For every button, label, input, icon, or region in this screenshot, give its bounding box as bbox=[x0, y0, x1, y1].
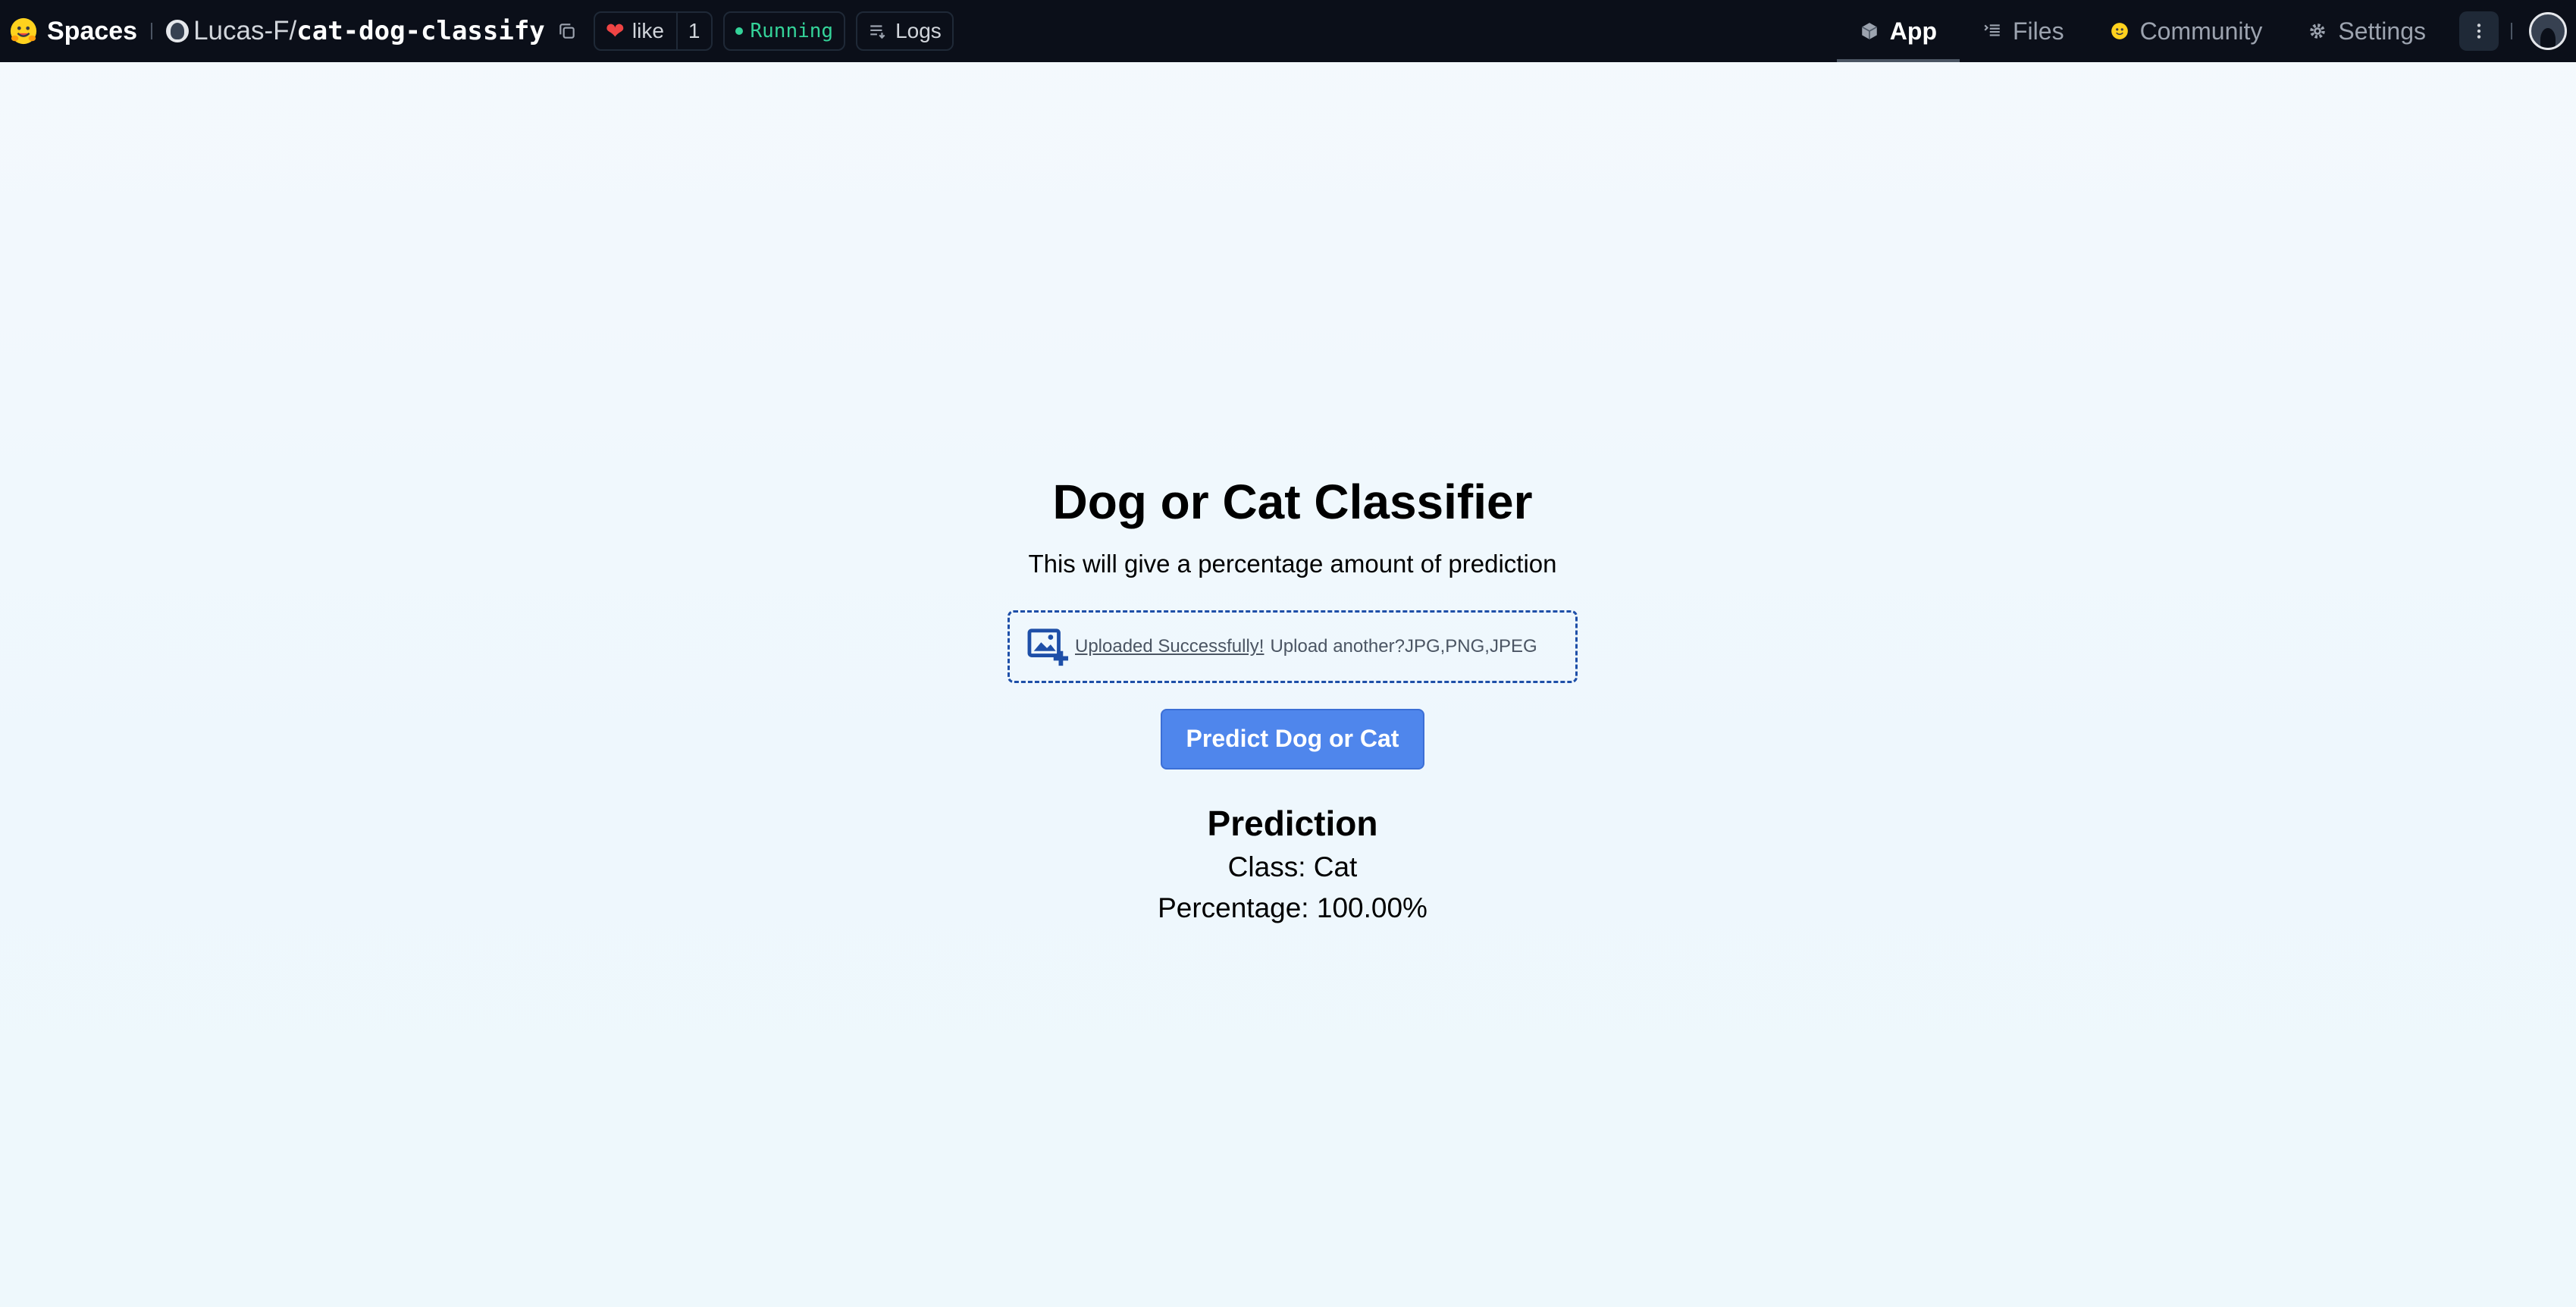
predict-button[interactable]: Predict Dog or Cat bbox=[1161, 708, 1424, 769]
divider bbox=[151, 23, 153, 39]
like-label: like bbox=[631, 19, 664, 42]
tab-settings[interactable]: Settings bbox=[2285, 0, 2449, 62]
user-profile-avatar[interactable] bbox=[2529, 12, 2567, 50]
logs-button[interactable]: Logs bbox=[856, 11, 954, 51]
files-icon bbox=[1984, 24, 2000, 36]
owner-avatar bbox=[166, 20, 190, 42]
status-dot-icon bbox=[735, 27, 743, 35]
upload-another-text: Upload another? bbox=[1270, 635, 1405, 657]
prediction-percentage: Percentage: 100.00% bbox=[1158, 892, 1427, 923]
classifier-interface: Dog or Cat Classifier This will give a p… bbox=[1008, 473, 1578, 924]
tab-community-label: Community bbox=[2139, 17, 2263, 45]
community-icon bbox=[2111, 23, 2128, 39]
like-count: 1 bbox=[675, 13, 711, 49]
tab-settings-label: Settings bbox=[2338, 17, 2426, 45]
status-text: Running bbox=[750, 20, 834, 42]
status-badge[interactable]: Running bbox=[722, 11, 846, 51]
heart-icon: ❤ bbox=[605, 18, 625, 44]
top-navigation-bar: Spaces Lucas-F/ cat-dog-classify ❤ like … bbox=[0, 0, 2576, 62]
logs-icon bbox=[870, 25, 885, 39]
more-options-button[interactable] bbox=[2459, 11, 2499, 51]
repo-name-link[interactable]: cat-dog-classify bbox=[296, 16, 545, 46]
tab-files[interactable]: Files bbox=[1960, 0, 2087, 62]
more-vertical-icon bbox=[2477, 24, 2481, 39]
owner-link[interactable]: Lucas-F/ bbox=[193, 16, 296, 46]
space-tabs: App Files Community Settings bbox=[1836, 0, 2576, 62]
prediction-heading: Prediction bbox=[1207, 803, 1378, 843]
upload-success-link[interactable]: Uploaded Successfully! bbox=[1075, 636, 1264, 657]
gear-icon bbox=[2310, 24, 2326, 39]
cube-icon bbox=[1861, 23, 1877, 39]
allowed-file-types: JPG,PNG,JPEG bbox=[1404, 635, 1537, 657]
tab-files-label: Files bbox=[2013, 17, 2064, 45]
prediction-class: Class: Cat bbox=[1227, 851, 1358, 882]
tab-community[interactable]: Community bbox=[2087, 0, 2286, 62]
copy-icon[interactable] bbox=[557, 21, 577, 41]
like-button[interactable]: ❤ like 1 bbox=[593, 11, 713, 51]
hugging-face-logo-icon[interactable] bbox=[9, 17, 38, 45]
page-description: This will give a percentage amount of pr… bbox=[1028, 549, 1557, 578]
repo-header: Spaces Lucas-F/ cat-dog-classify ❤ like … bbox=[0, 0, 964, 62]
add-image-icon bbox=[1027, 628, 1069, 666]
spaces-link[interactable]: Spaces bbox=[47, 17, 137, 46]
tab-app-label: App bbox=[1889, 17, 1937, 45]
page-title: Dog or Cat Classifier bbox=[1052, 475, 1533, 529]
image-upload-dropzone[interactable]: Uploaded Successfully! Upload another? J… bbox=[1008, 610, 1578, 683]
app-container: Dog or Cat Classifier This will give a p… bbox=[0, 62, 2576, 1307]
logs-label: Logs bbox=[895, 19, 942, 42]
divider bbox=[2511, 23, 2512, 39]
tab-app[interactable]: App bbox=[1836, 0, 1960, 62]
